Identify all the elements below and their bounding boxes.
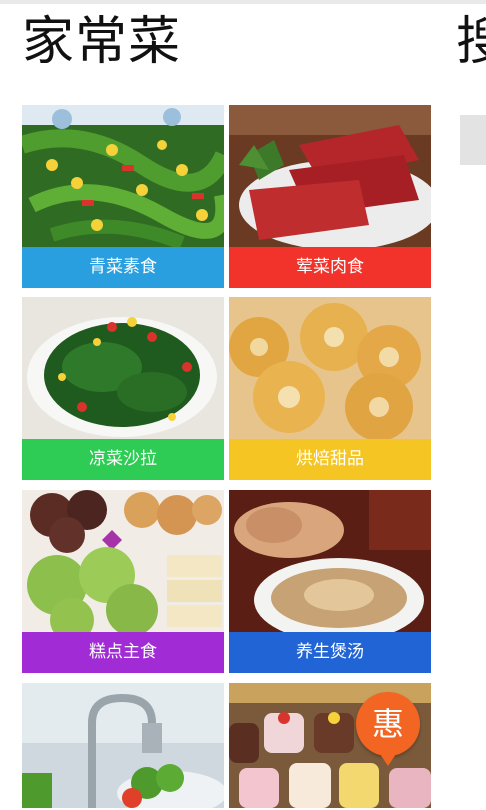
category-label: 糕点主食 bbox=[22, 632, 224, 673]
meat-dish-image bbox=[229, 105, 431, 247]
category-label: 荤菜肉食 bbox=[229, 247, 431, 288]
top-status-strip bbox=[0, 0, 486, 4]
category-tile-meat[interactable]: 荤菜肉食 bbox=[229, 105, 431, 288]
category-tile-pastry[interactable]: 糕点主食 bbox=[22, 490, 224, 673]
baking-dish-image bbox=[229, 297, 431, 439]
category-label: 青菜素食 bbox=[22, 247, 224, 288]
salad-dish-image bbox=[22, 297, 224, 439]
vegetarian-dish-image bbox=[22, 105, 224, 247]
next-page-search-box-peek[interactable] bbox=[460, 115, 486, 165]
soup-dish-image bbox=[229, 490, 431, 632]
category-label: 烘焙甜品 bbox=[229, 439, 431, 480]
category-tile-baking[interactable]: 烘焙甜品 bbox=[229, 297, 431, 480]
pastry-dish-image bbox=[22, 490, 224, 632]
page-title: 家常菜 bbox=[22, 12, 182, 72]
category-tile-soup[interactable]: 养生煲汤 bbox=[229, 490, 431, 673]
category-tile-vegetarian[interactable]: 青菜素食 bbox=[22, 105, 224, 288]
category-label: 凉菜沙拉 bbox=[22, 439, 224, 480]
kitchen-faucet-image bbox=[22, 683, 224, 808]
promo-discount-badge[interactable]: 惠 bbox=[356, 692, 420, 766]
category-tile-partial-left[interactable] bbox=[22, 683, 224, 808]
category-tile-salad[interactable]: 凉菜沙拉 bbox=[22, 297, 224, 480]
category-label: 养生煲汤 bbox=[229, 632, 431, 673]
next-page-title-peek[interactable]: 搜 bbox=[456, 10, 486, 74]
